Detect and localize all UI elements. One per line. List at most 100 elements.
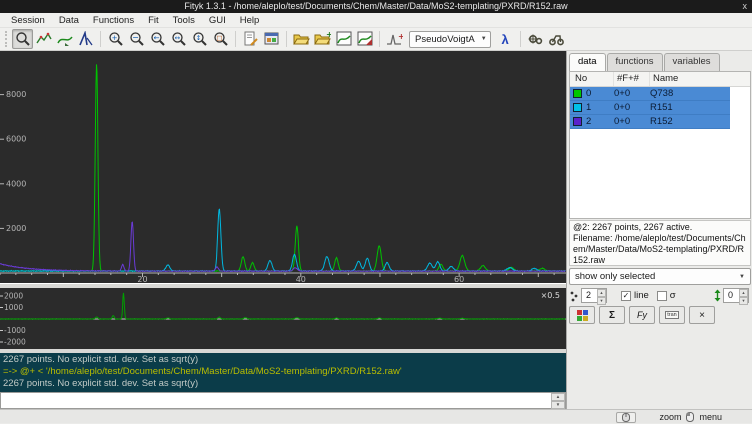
peak-draft-mode-button[interactable] bbox=[75, 29, 96, 49]
export-image-button[interactable] bbox=[333, 29, 354, 49]
fy-icon: Fy bbox=[637, 310, 647, 320]
spin-up-icon[interactable]: ▲ bbox=[597, 289, 606, 297]
open-data-button[interactable] bbox=[291, 29, 312, 49]
info-points: @2: 2267 points, 2267 active. bbox=[573, 222, 747, 233]
shift-updown-icon bbox=[714, 289, 721, 302]
dataset-no: 1 bbox=[586, 102, 614, 113]
colors-button[interactable] bbox=[569, 306, 595, 324]
show-filter-select[interactable]: show only selected ▼ bbox=[569, 268, 751, 285]
zoom-vertical-button[interactable]: ↕ bbox=[189, 29, 210, 49]
sum-datasets-button[interactable]: Σ bbox=[599, 306, 625, 324]
point-size-value: 2 bbox=[586, 290, 591, 300]
toolbar-separator bbox=[286, 31, 287, 47]
gears-icon bbox=[527, 31, 544, 47]
svg-text:-2000: -2000 bbox=[4, 338, 26, 347]
magnifier-horizontal-icon: ↔ bbox=[171, 31, 187, 47]
svg-text:↕: ↕ bbox=[195, 34, 200, 42]
svg-text:□: □ bbox=[216, 34, 222, 42]
shift-spinner[interactable]: 0 ▲▼ bbox=[723, 288, 749, 303]
zoom-mode-button[interactable] bbox=[12, 29, 33, 49]
auto-add-peak-button[interactable]: + bbox=[384, 29, 405, 49]
dataset-func-count: 0+0 bbox=[614, 102, 650, 113]
menu-help[interactable]: Help bbox=[233, 15, 267, 26]
auxiliary-plot-canvas[interactable]: 20001000-1000-2000×0.5 bbox=[0, 288, 566, 349]
add-peak-button[interactable]: λ bbox=[495, 29, 516, 49]
svg-text:+: + bbox=[326, 31, 331, 39]
table-row[interactable]: 00+0Q738 bbox=[570, 87, 730, 101]
col-functions[interactable]: #F+# bbox=[614, 72, 650, 86]
tab-functions[interactable]: functions bbox=[607, 53, 663, 71]
plot-frame-icon bbox=[336, 31, 352, 47]
gui-settings-button[interactable] bbox=[261, 29, 282, 49]
zoom-prev-button[interactable]: ← bbox=[147, 29, 168, 49]
menu-session[interactable]: Session bbox=[4, 15, 52, 26]
zoom-in-button[interactable]: + bbox=[105, 29, 126, 49]
point-size-icon bbox=[569, 290, 579, 302]
baseline-mode-button[interactable] bbox=[54, 29, 75, 49]
sidebar-tabs: data functions variables bbox=[567, 51, 752, 71]
zoom-horizontal-button[interactable]: ↔ bbox=[168, 29, 189, 49]
edit-script-button[interactable] bbox=[240, 29, 261, 49]
zoom-out-button[interactable]: − bbox=[126, 29, 147, 49]
point-size-spinner[interactable]: 2 ▲▼ bbox=[581, 288, 607, 303]
col-no[interactable]: No bbox=[570, 72, 614, 86]
sigma-checkbox[interactable] bbox=[657, 291, 667, 301]
menu-tools[interactable]: Tools bbox=[166, 15, 202, 26]
spin-up-icon[interactable]: ▲ bbox=[739, 289, 748, 297]
mouse-left-icon bbox=[686, 412, 694, 422]
work-area: 2040602000400060008000 20001000-1000-200… bbox=[0, 51, 752, 409]
menu-functions[interactable]: Functions bbox=[86, 15, 141, 26]
copy-function-button[interactable]: Fy bbox=[629, 306, 655, 324]
fit-run-button[interactable] bbox=[525, 29, 546, 49]
svg-text:20: 20 bbox=[137, 275, 147, 283]
menu-data[interactable]: Data bbox=[52, 15, 86, 26]
transform-data-button[interactable]: tran bbox=[659, 306, 685, 324]
tab-data[interactable]: data bbox=[569, 53, 606, 71]
dataset-color-swatch[interactable] bbox=[573, 117, 582, 126]
command-input[interactable] bbox=[1, 393, 551, 408]
table-row[interactable]: 10+0R151 bbox=[570, 101, 730, 115]
script-page-icon bbox=[243, 31, 259, 47]
line-checkbox[interactable]: ✓ bbox=[621, 291, 631, 301]
spin-up-icon[interactable]: ▲ bbox=[551, 393, 565, 401]
main-plot-canvas[interactable]: 2040602000400060008000 bbox=[0, 51, 566, 283]
delete-dataset-button[interactable]: × bbox=[689, 306, 715, 324]
zoom-auto-button[interactable]: □ bbox=[210, 29, 231, 49]
dataset-color-swatch[interactable] bbox=[573, 103, 582, 112]
svg-text:40: 40 bbox=[296, 275, 306, 283]
fit-runner-icon bbox=[548, 31, 565, 47]
tab-variables[interactable]: variables bbox=[664, 53, 720, 71]
svg-text:1000: 1000 bbox=[4, 303, 23, 312]
spin-down-icon[interactable]: ▼ bbox=[739, 297, 748, 305]
svg-text:+: + bbox=[111, 34, 117, 42]
dataset-info: @2: 2267 points, 2267 active. Filename: … bbox=[569, 220, 751, 266]
svg-text:2000: 2000 bbox=[4, 292, 23, 301]
dataset-func-count: 0+0 bbox=[614, 116, 650, 127]
dataset-color-swatch[interactable] bbox=[573, 89, 582, 98]
output-console[interactable]: 2267 points. No explicit std. dev. Set a… bbox=[0, 353, 566, 392]
close-icon: × bbox=[699, 310, 705, 321]
chevron-down-icon: ▼ bbox=[739, 274, 745, 280]
console-line-input: =-> @+ < '/home/aleplo/test/Documents/Ch… bbox=[3, 366, 566, 378]
close-button[interactable]: x bbox=[743, 0, 748, 13]
check-icon: ✓ bbox=[623, 291, 630, 300]
spin-down-icon[interactable]: ▼ bbox=[597, 297, 606, 305]
function-type-select[interactable]: PseudoVoigtA ▼ bbox=[409, 31, 491, 48]
menu-gui[interactable]: GUI bbox=[202, 15, 233, 26]
show-filter-value: show only selected bbox=[575, 271, 655, 282]
spin-down-icon[interactable]: ▼ bbox=[551, 401, 565, 409]
toolbar-drag-handle[interactable] bbox=[5, 31, 9, 47]
open-data-append-button[interactable]: + bbox=[312, 29, 333, 49]
fit-options-button[interactable] bbox=[546, 29, 567, 49]
export-functions-button[interactable] bbox=[354, 29, 375, 49]
menu-fit[interactable]: Fit bbox=[141, 15, 166, 26]
table-row[interactable]: 20+0R152 bbox=[570, 115, 730, 129]
col-name[interactable]: Name bbox=[650, 72, 750, 86]
info-filename: Filename: /home/aleplo/test/Documents/Ch… bbox=[573, 233, 747, 266]
data-range-mode-button[interactable] bbox=[33, 29, 54, 49]
mouse-config-button[interactable] bbox=[616, 412, 636, 423]
svg-text:×0.5: ×0.5 bbox=[541, 291, 560, 300]
command-history-spinner[interactable]: ▲ ▼ bbox=[551, 393, 565, 408]
dataset-name: Q738 bbox=[650, 88, 730, 99]
shift-value: 0 bbox=[728, 290, 733, 300]
